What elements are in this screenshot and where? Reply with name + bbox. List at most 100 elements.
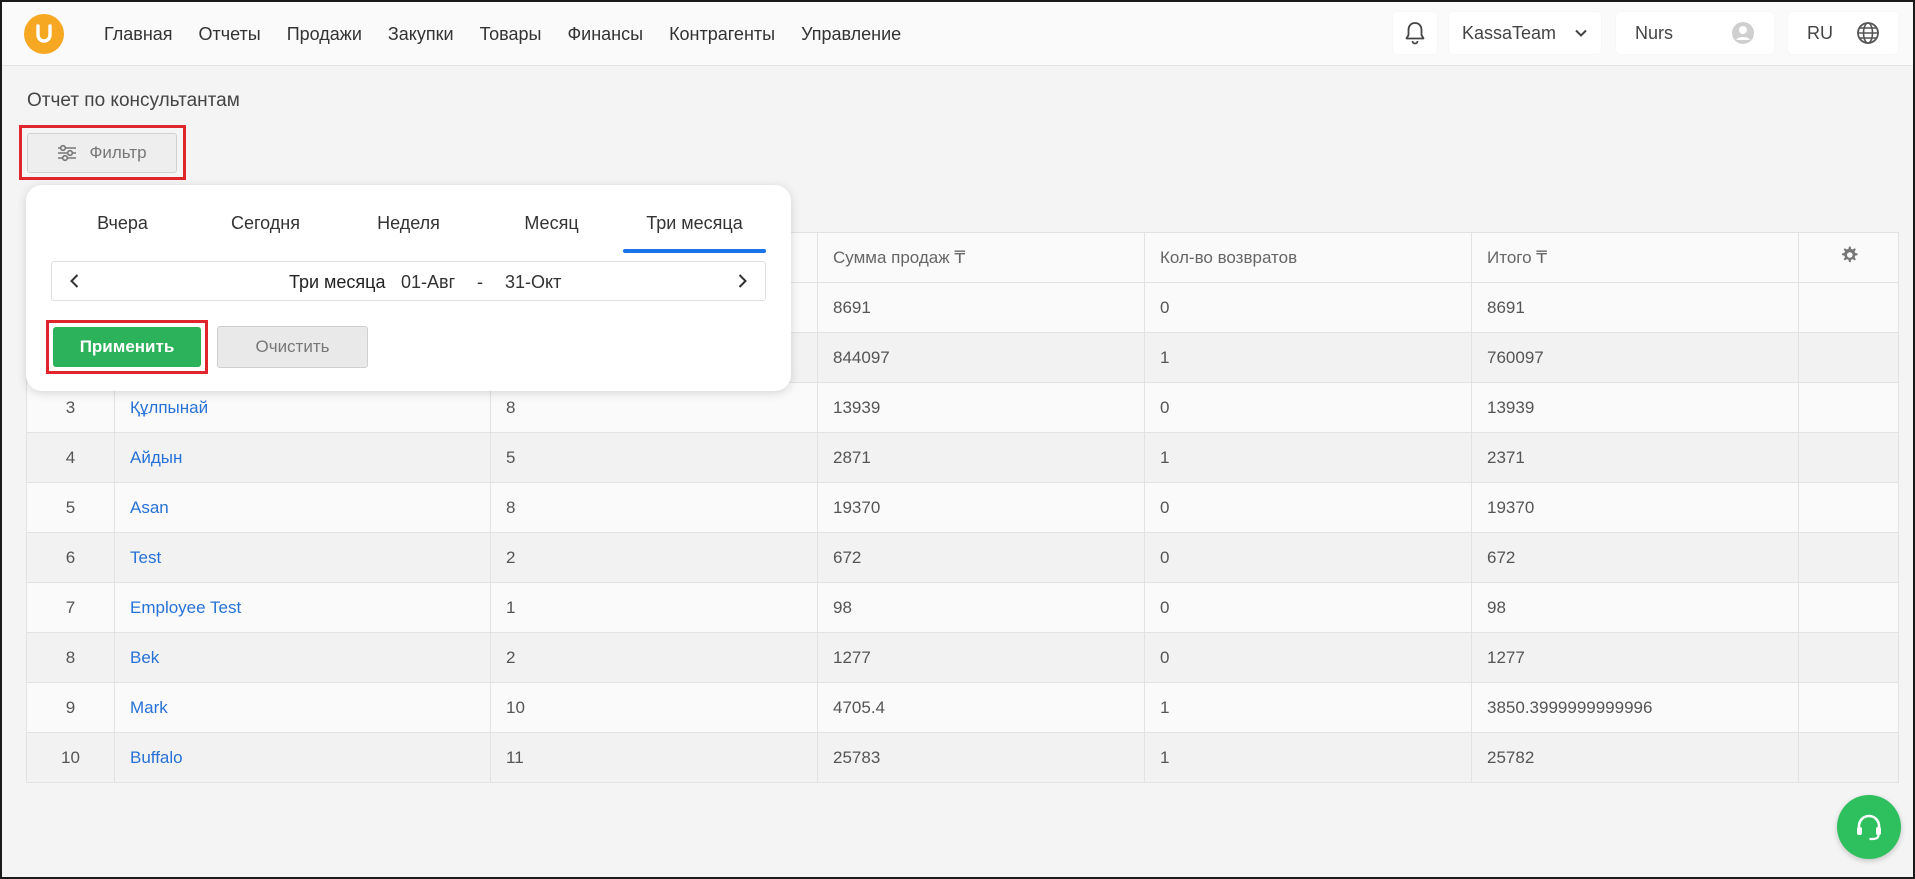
table-settings-button[interactable] [1798, 232, 1899, 283]
cell-returns: 1 [1144, 332, 1472, 383]
tab-week[interactable]: Неделя [337, 209, 480, 253]
cell-returns: 1 [1144, 432, 1472, 483]
language-selector[interactable]: RU [1788, 12, 1898, 54]
cell-returns: 1 [1144, 682, 1472, 733]
user-menu[interactable]: Nurs [1616, 12, 1774, 54]
logo-icon[interactable] [24, 14, 64, 54]
table-row: 7 Employee Test 1 98 0 98 [26, 582, 1899, 633]
column-header-returns[interactable]: Кол-во возвратов [1144, 232, 1472, 283]
cell-total: 760097 [1471, 332, 1799, 383]
cell-empty [1798, 732, 1899, 783]
cell-quantity: 2 [490, 532, 818, 583]
column-header-total[interactable]: Итого ₸ [1471, 232, 1799, 283]
nav-item-counterparties[interactable]: Контрагенты [669, 24, 775, 45]
cell-sales-sum: 2871 [817, 432, 1145, 483]
cell-sales-sum: 4705.4 [817, 682, 1145, 733]
top-navbar: Главная Отчеты Продажи Закупки Товары Фи… [2, 2, 1913, 66]
cell-empty [1798, 382, 1899, 433]
cell-index: 9 [26, 682, 115, 733]
apply-button[interactable]: Применить [53, 327, 201, 367]
cell-name-link[interactable]: Mark [114, 682, 491, 733]
cell-quantity: 5 [490, 432, 818, 483]
cell-sales-sum: 19370 [817, 482, 1145, 533]
cell-quantity: 11 [490, 732, 818, 783]
tab-month[interactable]: Месяц [480, 209, 623, 253]
team-selector[interactable]: KassaTeam [1449, 12, 1601, 54]
cell-name-link[interactable]: Айдын [114, 432, 491, 483]
cell-total: 19370 [1471, 482, 1799, 533]
cell-sales-sum: 25783 [817, 732, 1145, 783]
table-row: 5 Asan 8 19370 0 19370 [26, 482, 1899, 533]
support-chat-button[interactable] [1837, 795, 1901, 859]
chevron-left-icon[interactable] [66, 272, 84, 290]
nav-item-products[interactable]: Товары [480, 24, 542, 45]
cell-name-link[interactable]: Bek [114, 632, 491, 683]
language-code: RU [1807, 22, 1833, 43]
cell-sales-sum: 1277 [817, 632, 1145, 683]
tab-three-months[interactable]: Три месяца [623, 209, 766, 253]
clear-button[interactable]: Очистить [217, 326, 368, 368]
cell-sales-sum: 98 [817, 582, 1145, 633]
cell-empty [1798, 282, 1899, 333]
team-name: KassaTeam [1462, 22, 1557, 43]
cell-index: 6 [26, 532, 115, 583]
cell-returns: 0 [1144, 632, 1472, 683]
table-row: 10 Buffalo 11 25783 1 25782 [26, 732, 1899, 783]
cell-empty [1798, 532, 1899, 583]
user-avatar-icon [1732, 22, 1754, 44]
range-label: Три месяца [289, 272, 386, 292]
cell-empty [1798, 632, 1899, 683]
user-name: Nurs [1635, 22, 1674, 43]
cell-empty [1798, 332, 1899, 383]
cell-index: 5 [26, 482, 115, 533]
date-range-bar: Три месяца 01-Авг - 31-Окт [51, 261, 766, 301]
tab-today[interactable]: Сегодня [194, 209, 337, 253]
cell-returns: 0 [1144, 482, 1472, 533]
main-nav: Главная Отчеты Продажи Закупки Товары Фи… [104, 2, 927, 66]
filter-button[interactable]: Фильтр [27, 133, 177, 173]
cell-name-link[interactable]: Buffalo [114, 732, 491, 783]
range-start-date[interactable]: 01-Авг [401, 272, 455, 293]
cell-index: 4 [26, 432, 115, 483]
cell-index: 10 [26, 732, 115, 783]
cell-returns: 0 [1144, 582, 1472, 633]
cell-returns: 0 [1144, 282, 1472, 333]
table-row: 6 Test 2 672 0 672 [26, 532, 1899, 583]
cell-returns: 0 [1144, 532, 1472, 583]
cell-quantity: 1 [490, 582, 818, 633]
nav-item-home[interactable]: Главная [104, 24, 173, 45]
table-row: 9 Mark 10 4705.4 1 3850.3999999999996 [26, 682, 1899, 733]
cell-returns: 0 [1144, 382, 1472, 433]
cell-empty [1798, 582, 1899, 633]
cell-name-link[interactable]: Asan [114, 482, 491, 533]
range-separator: - [477, 272, 483, 292]
cell-sales-sum: 13939 [817, 382, 1145, 433]
range-end-date[interactable]: 31-Окт [505, 272, 561, 293]
cell-index: 8 [26, 632, 115, 683]
nav-item-purchases[interactable]: Закупки [388, 24, 454, 45]
cell-name-link[interactable]: Test [114, 532, 491, 583]
cell-total: 25782 [1471, 732, 1799, 783]
nav-item-reports[interactable]: Отчеты [199, 24, 261, 45]
cell-quantity: 8 [490, 482, 818, 533]
notifications-button[interactable] [1393, 12, 1437, 54]
column-header-sales-sum[interactable]: Сумма продаж ₸ [817, 232, 1145, 283]
nav-item-finance[interactable]: Финансы [567, 24, 643, 45]
cell-returns: 1 [1144, 732, 1472, 783]
table-row: 4 Айдын 5 2871 1 2371 [26, 432, 1899, 483]
cell-total: 3850.3999999999996 [1471, 682, 1799, 733]
cell-total: 8691 [1471, 282, 1799, 333]
tab-yesterday[interactable]: Вчера [51, 209, 194, 253]
globe-icon [1857, 22, 1879, 44]
cell-empty [1798, 432, 1899, 483]
gear-icon [1841, 246, 1858, 263]
chevron-right-icon[interactable] [733, 272, 751, 290]
bell-icon [1405, 22, 1425, 45]
nav-item-management[interactable]: Управление [801, 24, 901, 45]
page-title: Отчет по консультантам [27, 90, 240, 111]
cell-total: 98 [1471, 582, 1799, 633]
cell-name-link[interactable]: Employee Test [114, 582, 491, 633]
cell-total: 13939 [1471, 382, 1799, 433]
nav-item-sales[interactable]: Продажи [287, 24, 362, 45]
cell-quantity: 10 [490, 682, 818, 733]
